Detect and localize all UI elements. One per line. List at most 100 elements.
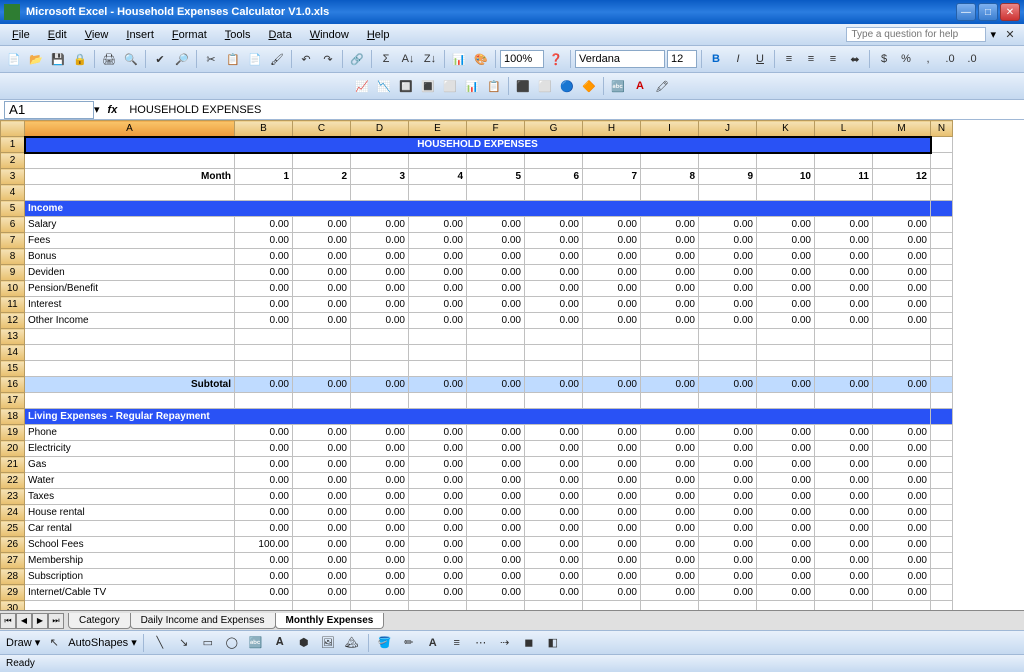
cell[interactable]: [931, 585, 953, 601]
cell[interactable]: [25, 345, 235, 361]
cell[interactable]: 0.00: [583, 505, 641, 521]
cell[interactable]: 0.00: [583, 489, 641, 505]
currency-icon[interactable]: $: [874, 49, 894, 69]
cell[interactable]: [757, 153, 815, 169]
row-header-4[interactable]: 4: [1, 185, 25, 201]
line-color-icon[interactable]: ✏: [399, 633, 419, 653]
cell[interactable]: [235, 345, 293, 361]
cell[interactable]: 0.00: [699, 297, 757, 313]
cell[interactable]: [409, 393, 467, 409]
cell[interactable]: 0.00: [525, 569, 583, 585]
cell[interactable]: 0.00: [293, 537, 351, 553]
cell[interactable]: 0.00: [641, 553, 699, 569]
cell[interactable]: 0.00: [351, 233, 409, 249]
cell[interactable]: 0.00: [699, 537, 757, 553]
cell[interactable]: Bonus: [25, 249, 235, 265]
menu-insert[interactable]: Insert: [118, 26, 162, 44]
cell[interactable]: 0.00: [583, 537, 641, 553]
cell[interactable]: 0.00: [757, 521, 815, 537]
cell[interactable]: 0.00: [235, 553, 293, 569]
cell[interactable]: 0.00: [699, 457, 757, 473]
cell[interactable]: [641, 329, 699, 345]
row-header-18[interactable]: 18: [1, 409, 25, 425]
cell[interactable]: 0.00: [525, 217, 583, 233]
cell[interactable]: 0.00: [409, 441, 467, 457]
cell[interactable]: 0.00: [641, 297, 699, 313]
cell[interactable]: 10: [757, 169, 815, 185]
cell[interactable]: 0.00: [467, 585, 525, 601]
cell[interactable]: [873, 345, 931, 361]
cell[interactable]: 0.00: [351, 441, 409, 457]
font-size-combobox[interactable]: [667, 50, 697, 68]
doc-close-button[interactable]: ✕: [1000, 25, 1020, 45]
cell[interactable]: 0.00: [235, 377, 293, 393]
cell[interactable]: [815, 153, 873, 169]
cell[interactable]: 2: [293, 169, 351, 185]
cell[interactable]: 0.00: [699, 473, 757, 489]
row-header-19[interactable]: 19: [1, 425, 25, 441]
cell[interactable]: 0.00: [351, 585, 409, 601]
menu-tools[interactable]: Tools: [217, 26, 259, 44]
section-header[interactable]: Living Expenses - Regular Repayment: [25, 409, 931, 425]
cell[interactable]: 0.00: [525, 297, 583, 313]
cell[interactable]: 0.00: [583, 473, 641, 489]
name-box-dropdown-icon[interactable]: ▾: [94, 103, 100, 116]
line-style-icon[interactable]: ≡: [447, 633, 467, 653]
cell[interactable]: [235, 393, 293, 409]
draw-menu[interactable]: Draw ▾: [6, 636, 40, 649]
column-header-L[interactable]: L: [815, 121, 873, 137]
cell[interactable]: [293, 185, 351, 201]
comma-icon[interactable]: ,: [918, 49, 938, 69]
cell[interactable]: 0.00: [467, 313, 525, 329]
cell[interactable]: 0.00: [525, 457, 583, 473]
cell[interactable]: 0.00: [409, 473, 467, 489]
bold-icon[interactable]: B: [706, 49, 726, 69]
column-header-A[interactable]: A: [25, 121, 235, 137]
cell[interactable]: 0.00: [467, 377, 525, 393]
cell[interactable]: 0.00: [293, 521, 351, 537]
cell[interactable]: [815, 361, 873, 377]
cell[interactable]: [931, 297, 953, 313]
cell[interactable]: 0.00: [525, 249, 583, 265]
cell[interactable]: 0.00: [815, 537, 873, 553]
cell[interactable]: 0.00: [467, 297, 525, 313]
cell[interactable]: 0.00: [641, 521, 699, 537]
cell[interactable]: 0.00: [699, 441, 757, 457]
cell[interactable]: 0.00: [525, 505, 583, 521]
cell[interactable]: 0.00: [873, 425, 931, 441]
cell[interactable]: [757, 329, 815, 345]
cell[interactable]: 0.00: [293, 233, 351, 249]
cell[interactable]: Subtotal: [25, 377, 235, 393]
help-icon[interactable]: ❓: [546, 49, 566, 69]
cell[interactable]: 0.00: [757, 249, 815, 265]
cell[interactable]: 0.00: [293, 265, 351, 281]
cell[interactable]: 0.00: [525, 281, 583, 297]
tool-icon[interactable]: ⬜: [535, 76, 555, 96]
tab-nav-next[interactable]: ▶: [32, 613, 48, 629]
column-header-C[interactable]: C: [293, 121, 351, 137]
cell[interactable]: 0.00: [409, 505, 467, 521]
cell[interactable]: [235, 601, 293, 611]
spreadsheet-grid[interactable]: ABCDEFGHIJKLMN1HOUSEHOLD EXPENSES23Month…: [0, 120, 1024, 610]
column-header-J[interactable]: J: [699, 121, 757, 137]
cell[interactable]: 0.00: [525, 425, 583, 441]
cell[interactable]: 0.00: [409, 281, 467, 297]
menu-edit[interactable]: Edit: [40, 26, 75, 44]
cell[interactable]: [467, 185, 525, 201]
cell[interactable]: 0.00: [467, 217, 525, 233]
cell[interactable]: [931, 153, 953, 169]
cell[interactable]: 0.00: [583, 313, 641, 329]
cell[interactable]: [873, 393, 931, 409]
cell[interactable]: 0.00: [409, 569, 467, 585]
cell[interactable]: [525, 601, 583, 611]
spelling-icon[interactable]: ✔: [150, 49, 170, 69]
format-painter-icon[interactable]: 🖌: [267, 49, 287, 69]
cell[interactable]: [583, 185, 641, 201]
cell[interactable]: 0.00: [641, 489, 699, 505]
cell[interactable]: 0.00: [873, 441, 931, 457]
cell[interactable]: [699, 345, 757, 361]
cell[interactable]: 0.00: [351, 521, 409, 537]
cell[interactable]: 0.00: [293, 249, 351, 265]
cell[interactable]: 0.00: [525, 537, 583, 553]
cell[interactable]: 0.00: [409, 217, 467, 233]
